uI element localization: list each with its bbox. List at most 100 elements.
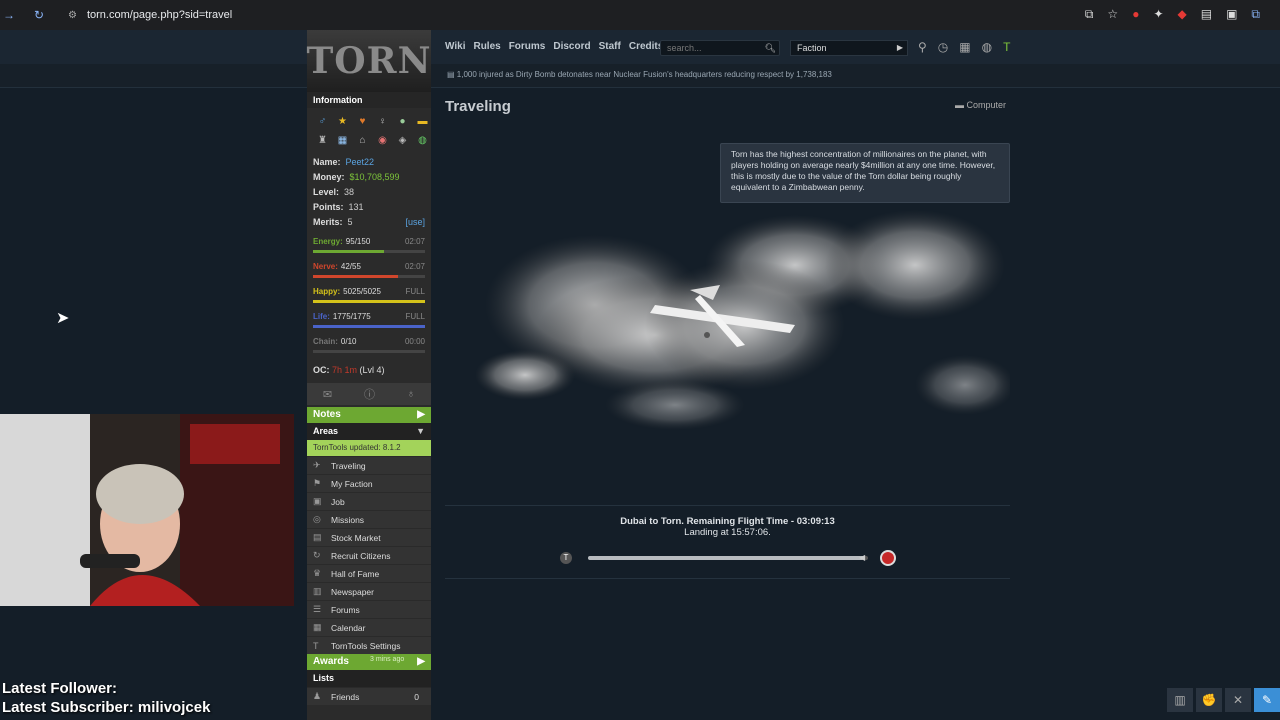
gender-icon[interactable]: ♂ bbox=[313, 113, 332, 131]
sidebar-item-missions[interactable]: ◎ Missions bbox=[307, 510, 431, 528]
heart-icon[interactable]: ♥ bbox=[353, 113, 372, 131]
extension-icon[interactable]: ● bbox=[1132, 7, 1139, 22]
nav-forums[interactable]: Forums bbox=[509, 41, 546, 52]
events-icon[interactable]: ♁ bbox=[407, 388, 415, 400]
calendar-icon: ▦ bbox=[313, 622, 322, 632]
computer-link[interactable]: ▬ Computer bbox=[955, 100, 1006, 110]
alert-icon[interactable]: ⓘ bbox=[364, 386, 375, 402]
bar-label: Nerve: bbox=[313, 262, 338, 271]
sidebar-item-hall-of-fame[interactable]: ♛ Hall of Fame bbox=[307, 564, 431, 582]
oc-level: (Lvl 4) bbox=[359, 365, 385, 375]
address-bar[interactable]: torn.com/page.php?sid=travel bbox=[87, 9, 232, 21]
sidebar-item-label: Calendar bbox=[331, 622, 366, 633]
reload-icon[interactable]: ↻ bbox=[30, 8, 48, 22]
education-icon[interactable]: ◉ bbox=[373, 132, 392, 150]
caret-right-icon: ▶ bbox=[417, 409, 425, 420]
merits-use-link[interactable]: [use] bbox=[405, 217, 425, 228]
plane-in-clouds-image bbox=[475, 210, 1010, 430]
stat-bar[interactable]: Happy: 5025/5025 FULL bbox=[307, 284, 431, 309]
fist-icon[interactable]: ✊ bbox=[1196, 688, 1222, 712]
nav-discord[interactable]: Discord bbox=[553, 41, 590, 52]
torntools-icon[interactable]: T bbox=[1003, 40, 1010, 54]
city-icon[interactable]: ▥ bbox=[1167, 688, 1193, 712]
stat-bar[interactable]: Chain: 0/10 00:00 bbox=[307, 334, 431, 359]
extension-icon[interactable]: ✦ bbox=[1153, 7, 1163, 22]
plane-marker-icon: ◀ bbox=[859, 553, 866, 562]
areas-header[interactable]: Areas ▼ bbox=[307, 423, 431, 440]
sidebar-item-newspaper[interactable]: ▥ Newspaper bbox=[307, 582, 431, 600]
nav-wiki[interactable]: Wiki bbox=[445, 41, 465, 52]
clock-icon[interactable]: ◷ bbox=[938, 40, 948, 54]
nav-rules[interactable]: Rules bbox=[473, 41, 500, 52]
latest-follower: Latest Follower: bbox=[2, 680, 118, 697]
awards-header[interactable]: Awards 3 mins ago ▶ bbox=[307, 654, 431, 670]
computer-label: Computer bbox=[966, 100, 1007, 110]
faction-icon: ⚑ bbox=[313, 478, 322, 488]
extension-icon[interactable]: ⧉ bbox=[1251, 7, 1260, 22]
lightbulb-icon[interactable]: ♀ bbox=[373, 113, 392, 131]
nav-staff[interactable]: Staff bbox=[599, 41, 621, 52]
stat-bar[interactable]: Energy: 95/150 02:07 bbox=[307, 234, 431, 259]
bar-row: Energy: 95/150 02:07 bbox=[313, 237, 425, 246]
torntools-update-banner[interactable]: TornTools updated: 8.1.2 bbox=[307, 440, 431, 456]
edit-icon[interactable]: ✎ bbox=[1254, 688, 1280, 712]
stat-bar[interactable]: Nerve: 42/55 02:07 bbox=[307, 259, 431, 284]
browser-extensions: ⧉ ☆ ● ✦ ◆ ▤ ▣ ⧉ bbox=[1085, 7, 1260, 22]
torn-logo[interactable]: TORN bbox=[307, 30, 431, 92]
sidebar-item-recruit-citizens[interactable]: ↻ Recruit Citizens bbox=[307, 546, 431, 564]
information-header[interactable]: Information bbox=[307, 92, 431, 108]
sidebar-item-calendar[interactable]: ▦ Calendar bbox=[307, 618, 431, 636]
close-icon[interactable]: ✕ bbox=[1225, 688, 1251, 712]
hat-icon[interactable]: ♜ bbox=[313, 132, 332, 150]
flight-progress-bar bbox=[588, 556, 868, 560]
divider bbox=[445, 505, 1010, 506]
bank-icon[interactable]: ◈ bbox=[393, 132, 412, 150]
mail-icon[interactable]: ✉ bbox=[323, 388, 332, 401]
level-value: 38 bbox=[344, 187, 355, 197]
extension-icon[interactable]: ▣ bbox=[1226, 7, 1237, 22]
sidebar-item-label: Job bbox=[331, 496, 345, 507]
donator-star-icon[interactable]: ★ bbox=[333, 113, 352, 131]
clipboard-icon[interactable]: ▦ bbox=[959, 40, 970, 54]
extension-icon[interactable]: ▤ bbox=[1201, 7, 1212, 22]
news-ticker[interactable]: ▤ 1,000 injured as Dirty Bomb detonates … bbox=[447, 70, 832, 79]
bar-value: 95/150 bbox=[345, 237, 371, 246]
lists-header[interactable]: Lists bbox=[307, 670, 431, 687]
search-icon[interactable]: 🔍︎ bbox=[765, 41, 776, 55]
travel-globe-icon[interactable]: ◍ bbox=[413, 132, 432, 150]
merits-label: Merits: bbox=[313, 217, 343, 227]
search-scope-select[interactable]: Faction ▶ bbox=[790, 40, 908, 56]
site-info-icon[interactable]: ⚙ bbox=[68, 10, 77, 21]
coin-icon[interactable]: ● bbox=[393, 113, 412, 131]
nav-credits[interactable]: Credits bbox=[629, 41, 663, 52]
house-icon[interactable]: ⌂ bbox=[353, 132, 372, 150]
latest-subscriber: Latest Subscriber: milivojcek bbox=[2, 699, 211, 716]
forward-icon[interactable]: → bbox=[0, 8, 18, 22]
sidebar: Information ♂ ★ ♥ ♀ ● ▬ ♜ ▦ ⌂ ◉ ◈ ◍ Name… bbox=[307, 92, 431, 720]
organized-crime-row[interactable]: OC: 7h 1m (Lvl 4) bbox=[307, 359, 431, 379]
webcam-overlay bbox=[0, 414, 294, 606]
stat-bar[interactable]: Life: 1775/1775 FULL bbox=[307, 309, 431, 334]
globe-icon[interactable]: ◍ bbox=[982, 40, 992, 54]
sidebar-item-label: Stock Market bbox=[331, 532, 381, 543]
sidebar-item-traveling[interactable]: ✈ Traveling bbox=[307, 456, 431, 474]
sidebar-item-stock-market[interactable]: ▤ Stock Market bbox=[307, 528, 431, 546]
card-icon[interactable]: ▬ bbox=[413, 113, 432, 131]
sidebar-item-torntools-settings[interactable]: T TornTools Settings bbox=[307, 636, 431, 654]
money-value[interactable]: $10,708,599 bbox=[350, 172, 400, 183]
sidebar-item-friends[interactable]: ♟ Friends 0 bbox=[307, 687, 431, 705]
screenshot-icon[interactable]: ⧉ bbox=[1085, 7, 1094, 22]
player-name[interactable]: Peet22 bbox=[346, 157, 375, 168]
extension-icon[interactable]: ◆ bbox=[1178, 7, 1187, 22]
bookmark-star-icon[interactable]: ☆ bbox=[1107, 7, 1118, 22]
friends-count: 0 bbox=[414, 691, 419, 702]
binoculars-icon[interactable]: ⚲ bbox=[918, 40, 927, 54]
sidebar-item-my-faction[interactable]: ⚑ My Faction bbox=[307, 474, 431, 492]
sidebar-item-forums[interactable]: ☰ Forums bbox=[307, 600, 431, 618]
points-value[interactable]: 131 bbox=[349, 202, 364, 213]
search-input[interactable]: search... 🔍︎ bbox=[660, 40, 780, 56]
notes-header[interactable]: Notes ▶ bbox=[307, 407, 431, 423]
sidebar-item-label: Hall of Fame bbox=[331, 568, 380, 579]
sidebar-item-job[interactable]: ▣ Job bbox=[307, 492, 431, 510]
calendar-icon[interactable]: ▦ bbox=[333, 132, 352, 150]
